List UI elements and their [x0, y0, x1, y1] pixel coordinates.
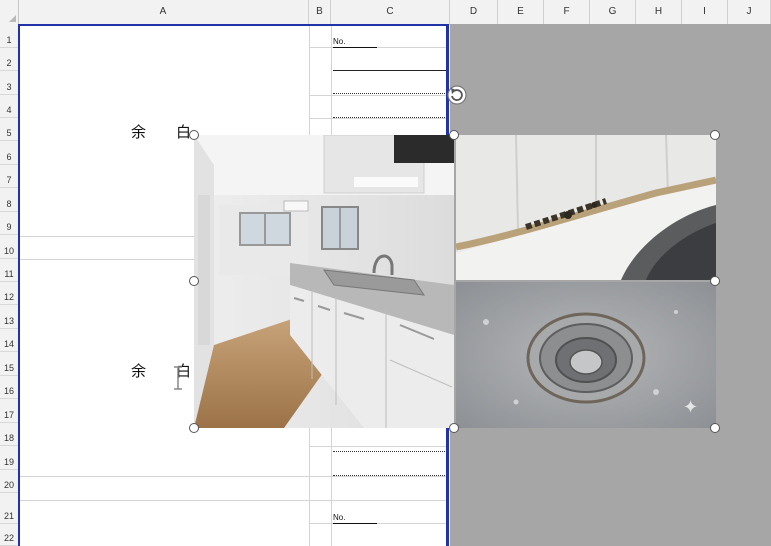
row-header-15[interactable]: 15 [0, 352, 18, 376]
column-header-bar: A B C D E F G H I J [0, 0, 771, 25]
row-header-9[interactable]: 9 [0, 212, 18, 235]
row-header-3[interactable]: 3 [0, 71, 18, 95]
row-header-10[interactable]: 10 [0, 235, 18, 259]
row-header-20[interactable]: 20 [0, 470, 18, 493]
resize-handle-top-middle[interactable] [449, 130, 459, 140]
row-header-7[interactable]: 7 [0, 165, 18, 188]
column-header-i[interactable]: I [682, 0, 728, 24]
column-header-f[interactable]: F [544, 0, 590, 24]
column-header-d[interactable]: D [450, 0, 498, 24]
caulk-mold-photo[interactable] [456, 135, 716, 280]
column-header-h[interactable]: H [636, 0, 682, 24]
row-header-8[interactable]: 8 [0, 188, 18, 212]
row-header-4[interactable]: 4 [0, 95, 18, 118]
resize-handle-top-left[interactable] [189, 130, 199, 140]
row-header-13[interactable]: 13 [0, 305, 18, 329]
select-all-triangle-icon [9, 15, 16, 22]
row-header-16[interactable]: 16 [0, 376, 18, 399]
row-header-18[interactable]: 18 [0, 423, 18, 446]
row-header-21[interactable]: 21 [0, 493, 18, 524]
rotate-handle-icon[interactable] [446, 84, 468, 106]
sparkle-icon: ✦ [683, 397, 699, 417]
sink-drain-photo[interactable] [456, 282, 716, 428]
text-cursor-icon [174, 366, 182, 390]
column-header-e[interactable]: E [498, 0, 544, 24]
row-header-2[interactable]: 2 [0, 48, 18, 71]
resize-handle-middle-right[interactable] [710, 276, 720, 286]
row-header-1[interactable]: 1 [0, 24, 18, 48]
resize-handle-bottom-right[interactable] [710, 423, 720, 433]
row-header-12[interactable]: 12 [0, 282, 18, 305]
row-header-17[interactable]: 17 [0, 399, 18, 423]
column-header-c[interactable]: C [331, 0, 450, 24]
select-all-corner[interactable] [0, 0, 19, 24]
column-header-j[interactable]: J [728, 0, 771, 24]
resize-handle-bottom-left[interactable] [189, 423, 199, 433]
row-header-5[interactable]: 5 [0, 118, 18, 141]
row-header-bar: 1 2 3 4 5 6 7 8 9 10 11 12 13 14 15 16 1… [0, 24, 19, 546]
resize-handle-bottom-middle[interactable] [449, 423, 459, 433]
row-header-14[interactable]: 14 [0, 329, 18, 352]
resize-handle-top-right[interactable] [710, 130, 720, 140]
row-header-19[interactable]: 19 [0, 446, 18, 470]
row-header-11[interactable]: 11 [0, 259, 18, 282]
resize-handle-middle-left[interactable] [189, 276, 199, 286]
column-header-b[interactable]: B [309, 0, 331, 24]
row-header-6[interactable]: 6 [0, 141, 18, 165]
column-header-a[interactable]: A [18, 0, 309, 24]
column-header-g[interactable]: G [590, 0, 636, 24]
kitchen-photo[interactable] [194, 135, 454, 428]
row-header-22[interactable]: 22 [0, 524, 18, 546]
